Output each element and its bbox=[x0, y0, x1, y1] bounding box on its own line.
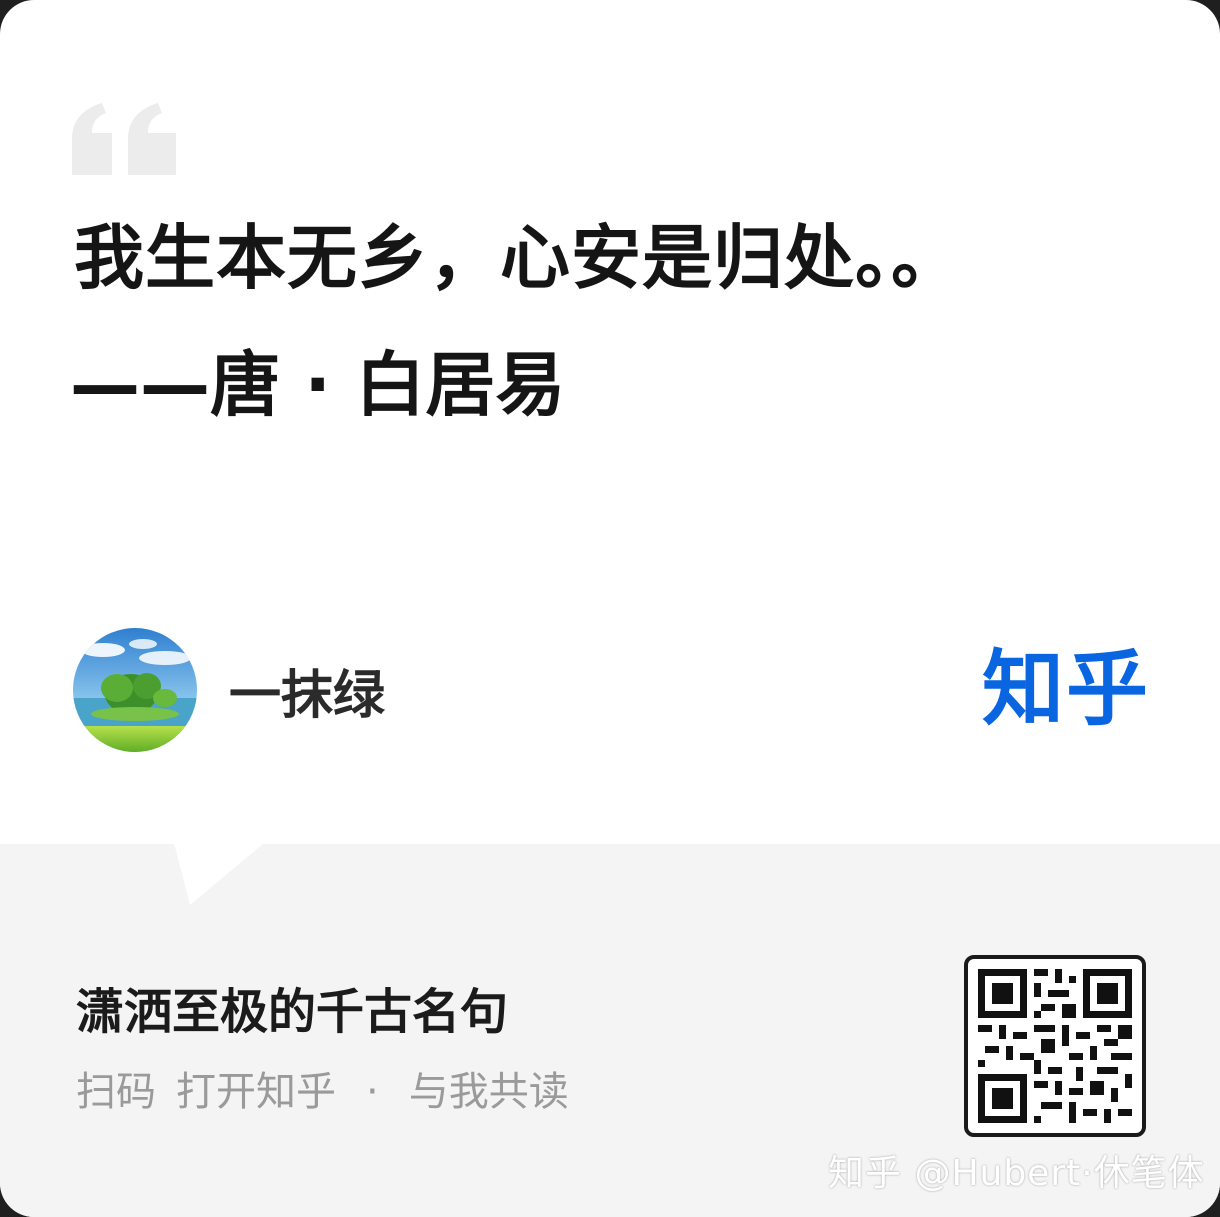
quote-mark-icon bbox=[72, 103, 176, 175]
cta-open: 打开知乎 bbox=[176, 1069, 336, 1115]
quote-text: 我生本无乡，心安是归处。。 bbox=[74, 217, 962, 299]
speech-notch bbox=[174, 843, 264, 905]
zhihu-logo: 知乎 bbox=[982, 642, 1151, 737]
cta-separator: · bbox=[366, 1069, 379, 1115]
quote-attribution: ——唐 · 白居易 bbox=[70, 344, 566, 426]
cta-text: 扫码 打开知乎 · 与我共读 bbox=[76, 1064, 569, 1120]
author-row[interactable]: 一抹绿 bbox=[73, 628, 385, 752]
qr-code-image bbox=[978, 969, 1132, 1123]
watermark: 知乎 @Hubert·休笔体 bbox=[828, 1153, 1205, 1194]
cta-scan: 扫码 bbox=[76, 1069, 156, 1115]
author-name[interactable]: 一抹绿 bbox=[229, 653, 385, 728]
collection-title[interactable]: 潇洒至极的千古名句 bbox=[76, 982, 508, 1042]
avatar[interactable] bbox=[73, 628, 197, 752]
qr-code-icon[interactable] bbox=[964, 955, 1146, 1137]
share-card: 我生本无乡，心安是归处。。 ——唐 · 白居易 一抹绿 知乎 潇洒至极的千古名句… bbox=[0, 0, 1220, 1217]
landscape-avatar-image bbox=[73, 628, 197, 752]
cta-read: 与我共读 bbox=[408, 1069, 569, 1115]
